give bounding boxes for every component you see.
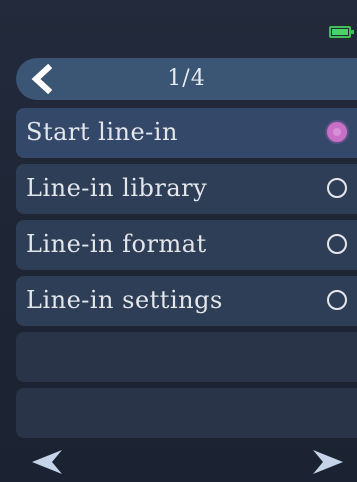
menu-item-label: Line-in settings [26,286,223,314]
battery-icon [329,26,354,38]
status-bar [0,0,357,58]
radio-selected-icon [327,122,347,142]
menu-item-label: Start line-in [26,118,178,146]
page-indicator: 1/4 [167,66,206,91]
menu-item-start-line-in[interactable]: Start line-in [16,108,357,158]
radio-unselected-icon [327,234,347,254]
menu-item-line-in-settings[interactable]: Line-in settings [16,276,357,326]
empty-row [16,332,357,382]
menu-item-label: Line-in library [26,174,208,202]
arrow-right-icon[interactable] [311,448,345,476]
menu-list: Start line-in Line-in library Line-in fo… [16,108,357,444]
arrow-left-icon[interactable] [30,448,64,476]
header-bar: 1/4 [16,58,357,100]
radio-unselected-icon [327,178,347,198]
footer-nav [0,442,357,482]
radio-unselected-icon [327,290,347,310]
empty-row [16,388,357,438]
menu-item-label: Line-in format [26,230,207,258]
device-screen: 1/4 Start line-in Line-in library Line-i… [0,0,357,482]
menu-item-line-in-library[interactable]: Line-in library [16,164,357,214]
menu-item-line-in-format[interactable]: Line-in format [16,220,357,270]
